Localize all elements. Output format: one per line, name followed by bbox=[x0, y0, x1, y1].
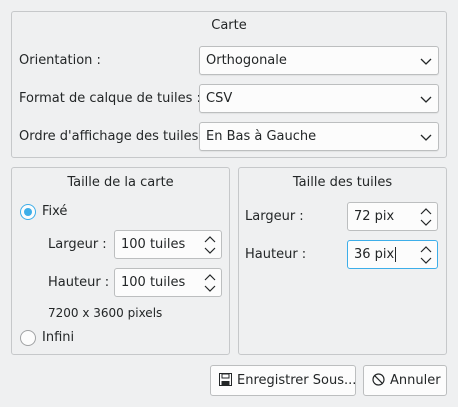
tuiles-hauteur-label: Hauteur : bbox=[245, 247, 307, 262]
orientation-label: Orientation : bbox=[19, 53, 101, 68]
ordre-value: En Bas à Gauche bbox=[206, 129, 317, 144]
pixels-size-text: 7200 x 3600 pixels bbox=[48, 306, 163, 320]
spin-arrows-icon[interactable] bbox=[419, 206, 433, 228]
taille-tuiles-group: Taille des tuiles Largeur : 72 pix Haute… bbox=[238, 167, 447, 355]
carte-largeur-value: 100 tuiles bbox=[121, 237, 186, 252]
fixe-radio[interactable] bbox=[20, 204, 36, 220]
cancel-button[interactable]: Annuler bbox=[363, 365, 447, 396]
cancel-label: Annuler bbox=[390, 373, 441, 388]
spin-arrows-icon[interactable] bbox=[419, 244, 433, 266]
taille-carte-title: Taille de la carte bbox=[67, 175, 174, 190]
tuiles-hauteur-spinbox[interactable]: 36 pix bbox=[347, 240, 438, 269]
save-as-button[interactable]: Enregistrer Sous... bbox=[210, 365, 356, 396]
ordre-label: Ordre d'affichage des tuiles : bbox=[19, 129, 207, 144]
chevron-down-icon bbox=[420, 134, 432, 141]
format-value: CSV bbox=[206, 91, 233, 106]
infini-radio[interactable] bbox=[20, 330, 36, 346]
text-cursor bbox=[395, 247, 397, 262]
carte-group: Carte Orientation : Orthogonale Format d… bbox=[11, 11, 447, 158]
carte-hauteur-value: 100 tuiles bbox=[121, 275, 186, 290]
tuiles-largeur-spinbox[interactable]: 72 pix bbox=[347, 202, 438, 231]
carte-largeur-spinbox[interactable]: 100 tuiles bbox=[114, 230, 222, 259]
tuiles-largeur-label: Largeur : bbox=[245, 209, 304, 224]
spin-arrows-icon[interactable] bbox=[203, 234, 217, 256]
chevron-down-icon bbox=[420, 96, 432, 103]
tuiles-largeur-value: 72 pix bbox=[354, 209, 395, 224]
floppy-disk-icon bbox=[219, 373, 232, 386]
format-combo[interactable]: CSV bbox=[199, 84, 439, 113]
orientation-combo[interactable]: Orthogonale bbox=[199, 46, 439, 75]
taille-carte-group: Taille de la carte Fixé Largeur : 100 tu… bbox=[11, 167, 230, 355]
cancel-icon bbox=[372, 373, 385, 386]
format-label: Format de calque de tuiles : bbox=[19, 91, 201, 106]
save-as-label: Enregistrer Sous... bbox=[237, 373, 357, 388]
carte-largeur-label: Largeur : bbox=[48, 237, 107, 252]
carte-group-title: Carte bbox=[211, 18, 247, 33]
infini-label[interactable]: Infini bbox=[42, 330, 74, 345]
tuiles-hauteur-value: 36 pix bbox=[354, 247, 395, 262]
taille-tuiles-title: Taille des tuiles bbox=[292, 175, 393, 190]
orientation-value: Orthogonale bbox=[206, 53, 287, 68]
chevron-down-icon bbox=[420, 58, 432, 65]
carte-hauteur-label: Hauteur : bbox=[48, 275, 110, 290]
fixe-label[interactable]: Fixé bbox=[42, 204, 67, 219]
carte-hauteur-spinbox[interactable]: 100 tuiles bbox=[114, 268, 222, 297]
spin-arrows-icon[interactable] bbox=[203, 272, 217, 294]
ordre-combo[interactable]: En Bas à Gauche bbox=[199, 122, 439, 151]
